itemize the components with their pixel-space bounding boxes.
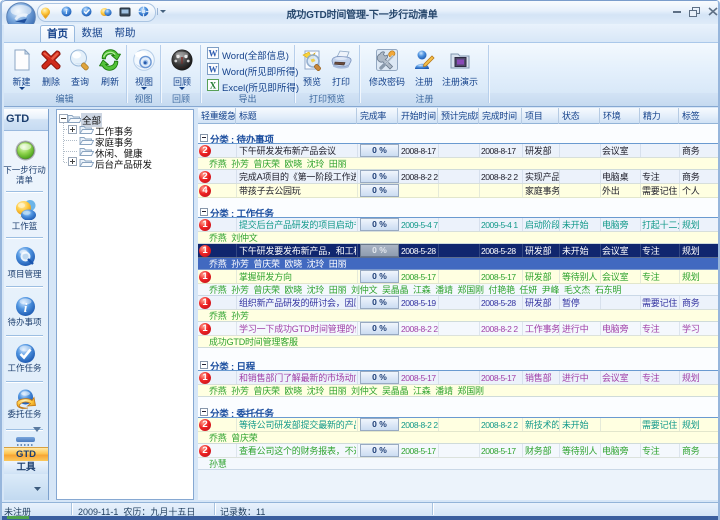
svg-text:X: X xyxy=(210,81,217,91)
svg-text:W: W xyxy=(209,65,218,75)
svg-text:W: W xyxy=(209,49,218,59)
svg-text:i: i xyxy=(66,8,68,16)
svg-text:i: i xyxy=(24,300,28,315)
